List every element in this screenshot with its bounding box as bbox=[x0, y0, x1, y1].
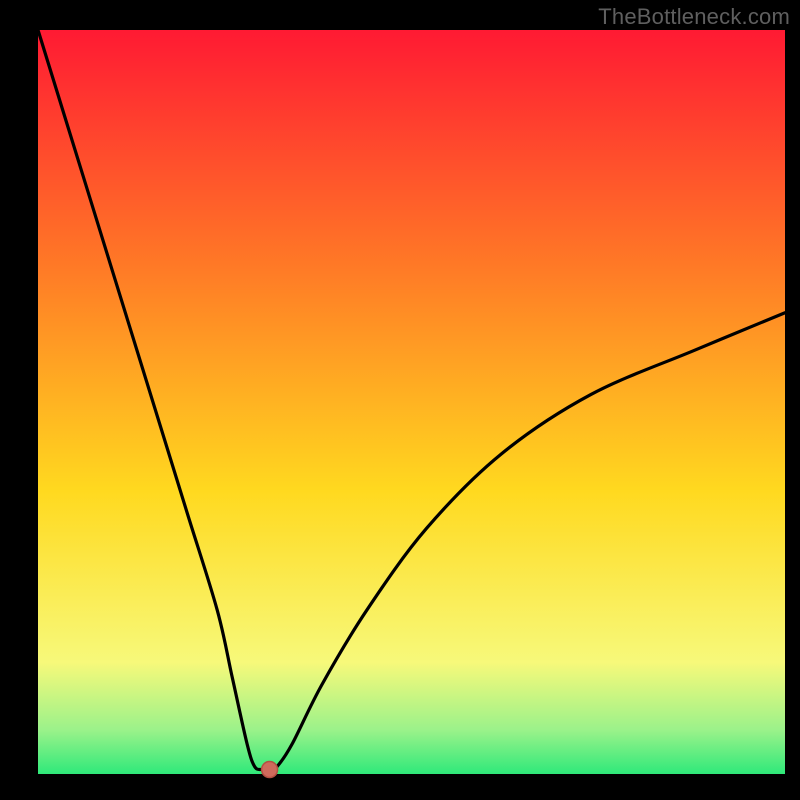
plot-background bbox=[38, 30, 785, 774]
chart-frame: TheBottleneck.com bbox=[0, 0, 800, 800]
bottleneck-chart bbox=[0, 0, 800, 800]
attribution-label: TheBottleneck.com bbox=[598, 4, 790, 30]
optimum-marker bbox=[262, 762, 278, 778]
